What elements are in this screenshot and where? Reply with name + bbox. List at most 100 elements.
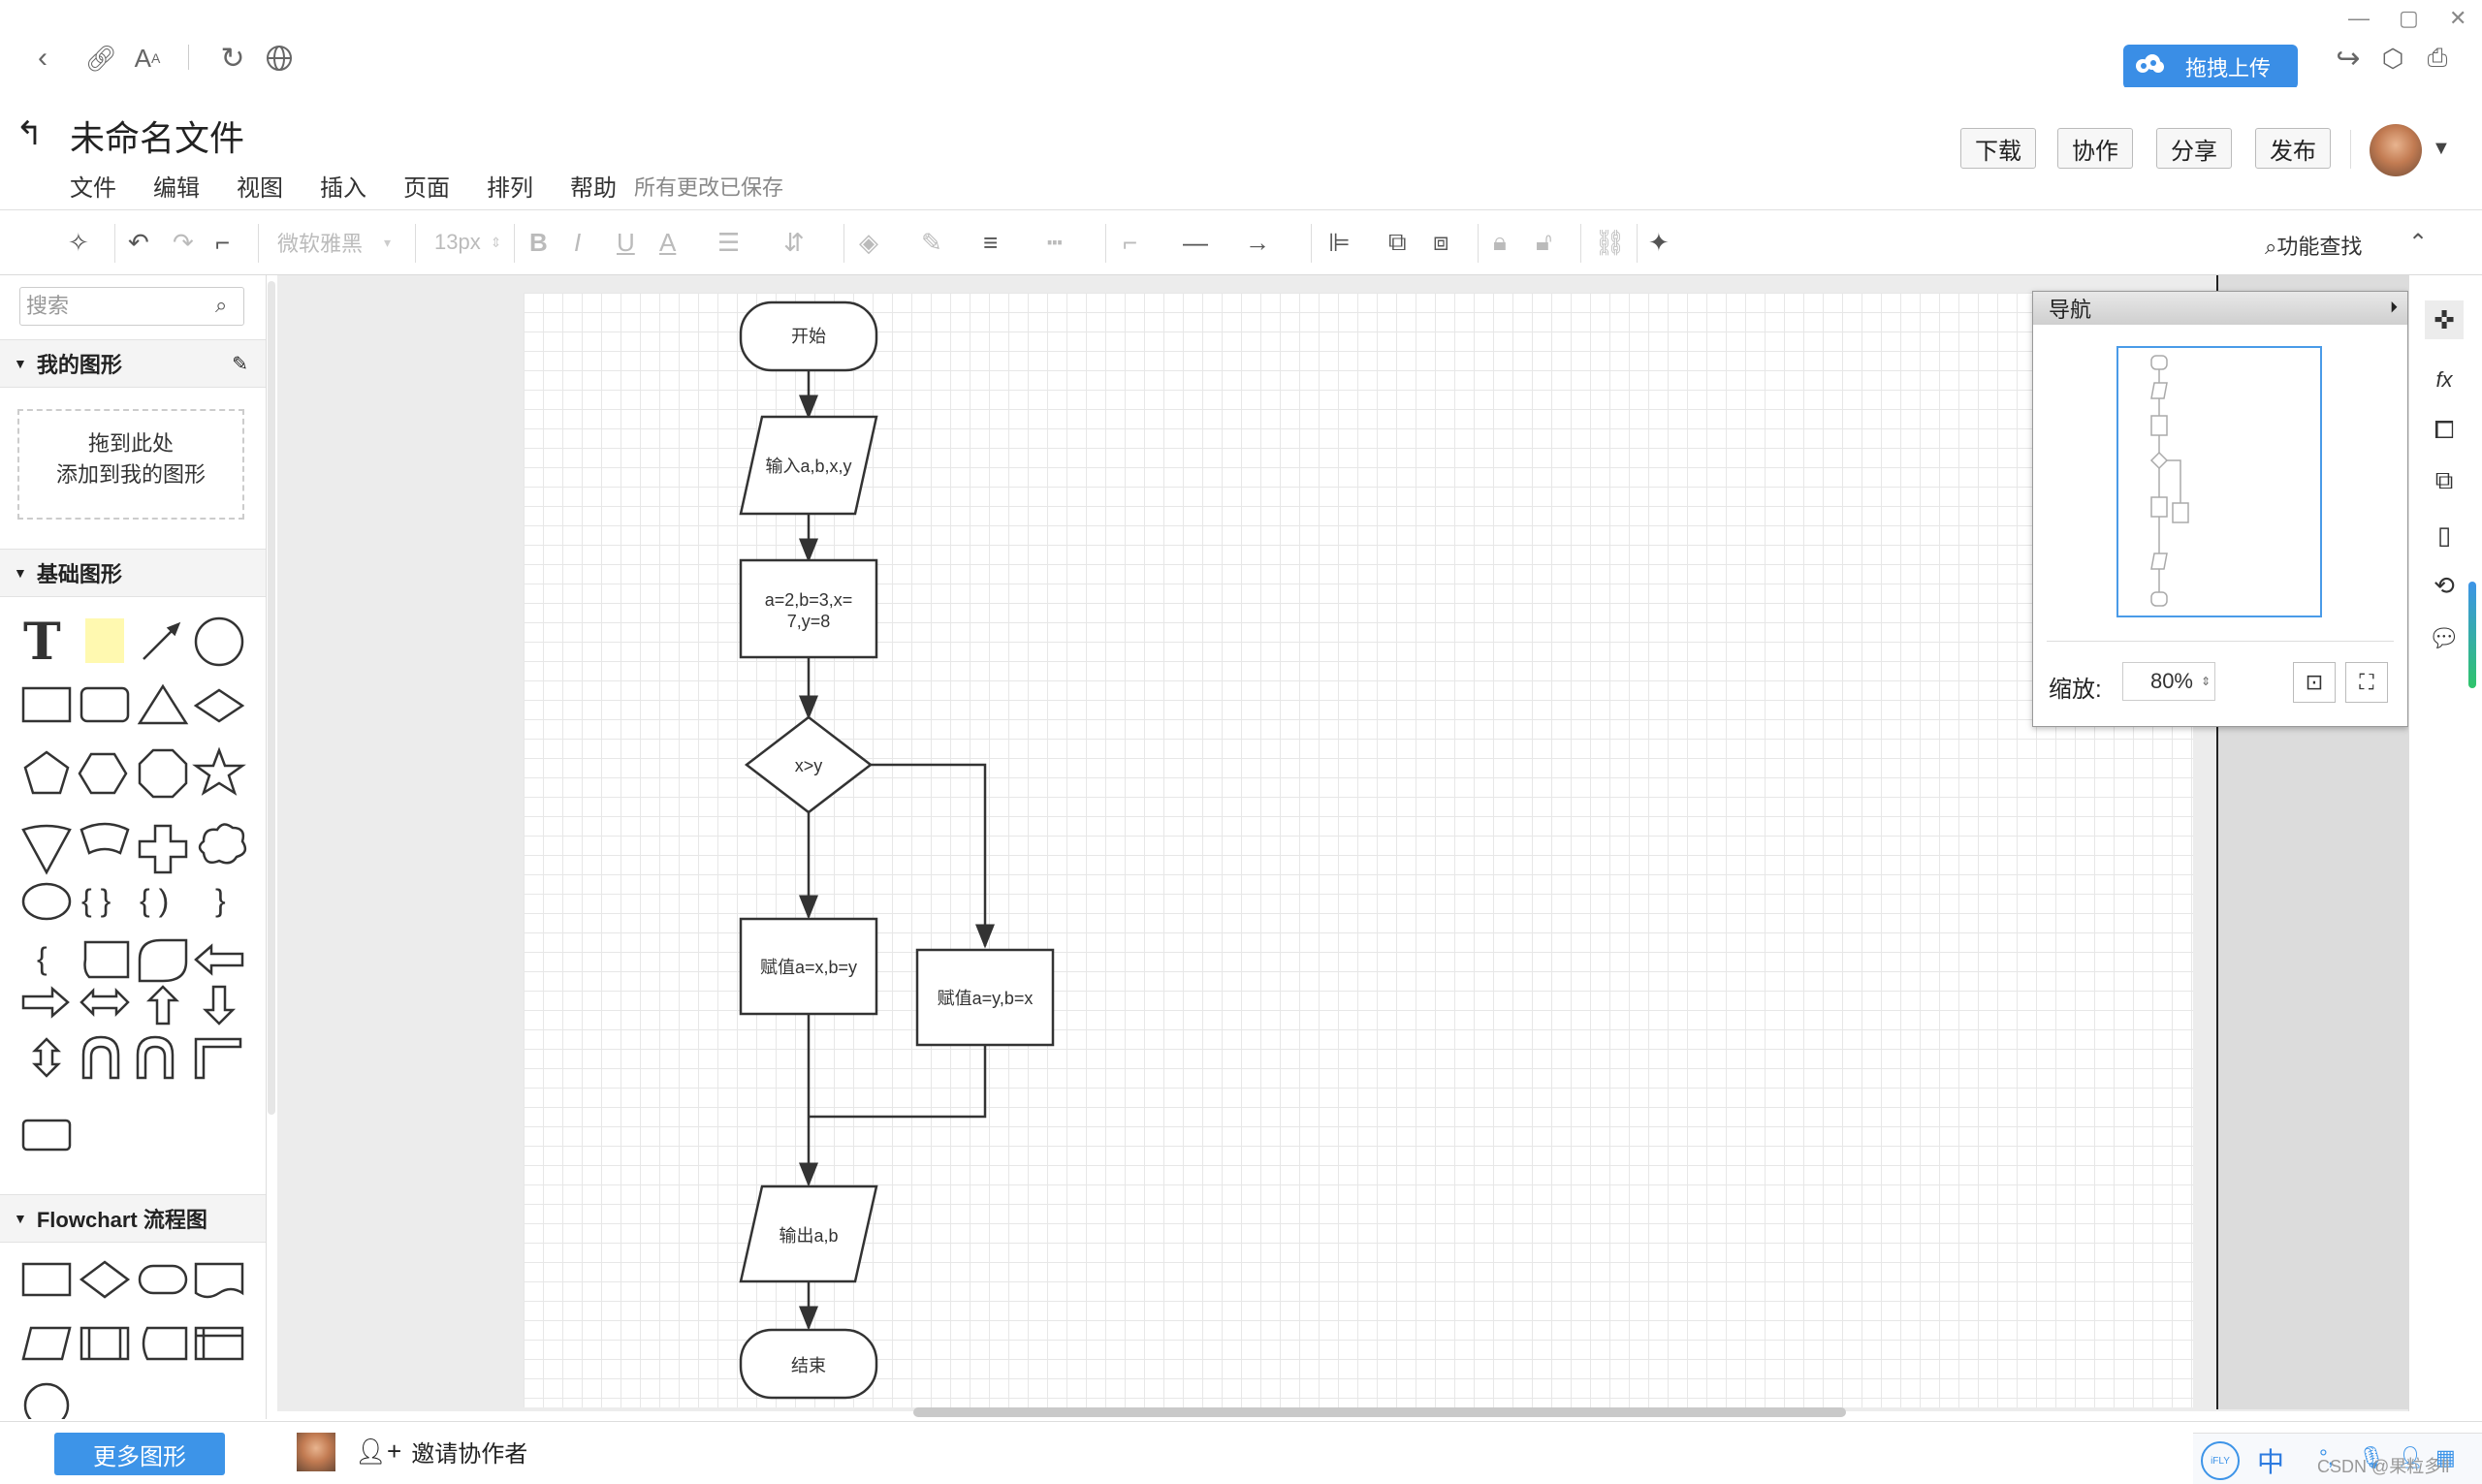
bring-front-icon[interactable]: ⧉ xyxy=(1388,224,1407,261)
u-turn-arrow-shape[interactable] xyxy=(136,1035,175,1080)
ifly-icon[interactable]: iFLY xyxy=(2201,1441,2240,1480)
leaf-shape[interactable] xyxy=(138,938,188,983)
stepper-icon[interactable]: ⇕ xyxy=(2201,675,2211,688)
align-left-icon[interactable]: ⊫ xyxy=(1328,224,1351,261)
star-shape[interactable] xyxy=(192,746,246,796)
ime-chinese-toggle[interactable]: 中 xyxy=(2257,1441,2284,1480)
publish-button[interactable]: 发布 xyxy=(2255,128,2331,169)
terminator-shape[interactable] xyxy=(138,1264,188,1295)
arrow-style-icon[interactable]: → xyxy=(1245,224,1270,261)
diamond-shape[interactable] xyxy=(193,688,245,723)
menu-edit[interactable]: 编辑 xyxy=(153,169,200,203)
my-shapes-header[interactable]: ▼ 我的图形 ✎ xyxy=(0,339,266,388)
data-shape[interactable] xyxy=(21,1326,72,1361)
connector-shape[interactable] xyxy=(23,1382,70,1419)
collaborate-button[interactable]: 协作 xyxy=(2057,128,2133,169)
basic-shapes-grid[interactable]: T { } { ) } { xyxy=(14,605,254,1109)
callout-shape[interactable] xyxy=(21,882,72,921)
pentagon-shape[interactable] xyxy=(23,750,70,795)
expand-icon[interactable]: ⏵ xyxy=(2390,300,2398,317)
box-icon[interactable]: ⬡ xyxy=(2373,39,2412,78)
down-arrow-shape[interactable] xyxy=(202,985,237,1026)
redo-icon[interactable]: ↷ xyxy=(173,224,194,261)
flowchart-header[interactable]: ▼ Flowchart 流程图 xyxy=(0,1194,266,1243)
left-arrow-shape[interactable] xyxy=(194,943,244,976)
hexagon-shape[interactable] xyxy=(78,752,128,795)
fit-page-icon[interactable]: ⊡ xyxy=(2293,662,2336,703)
document-lock-icon[interactable]: ⎙ xyxy=(2418,39,2457,78)
magic-wand-icon[interactable]: ✦ xyxy=(1648,224,1670,261)
search-input[interactable]: 搜索 xyxy=(19,287,244,326)
share-button[interactable]: 分享 xyxy=(2156,128,2232,169)
send-back-icon[interactable]: ⧈ xyxy=(1433,224,1449,261)
decision-shape[interactable] xyxy=(79,1260,131,1299)
font-color-icon[interactable]: A xyxy=(659,224,676,261)
lock-icon[interactable]: 🔒︎ xyxy=(1493,224,1507,261)
cross-shape[interactable] xyxy=(138,824,188,874)
navigator-viewport[interactable] xyxy=(2116,346,2322,617)
cone-shape[interactable] xyxy=(21,824,72,875)
sidebar-scrollbar[interactable] xyxy=(268,281,275,1115)
close-icon[interactable]: ✕ xyxy=(2449,6,2466,31)
fullscreen-icon[interactable]: ⛶ xyxy=(2345,662,2388,703)
collapse-icon[interactable]: ⌃ xyxy=(2408,224,2428,261)
menu-page[interactable]: 页面 xyxy=(403,169,450,203)
text-shape[interactable]: T xyxy=(23,613,61,672)
note-shape[interactable] xyxy=(85,618,124,663)
globe-icon[interactable] xyxy=(260,39,299,78)
line-type-icon[interactable]: — xyxy=(1183,224,1208,261)
vertical-double-arrow-shape[interactable] xyxy=(31,1037,62,1078)
rounded-rect-small-shape[interactable] xyxy=(14,1117,72,1155)
formula-icon[interactable]: fx xyxy=(2425,361,2464,399)
left-brace-shape[interactable]: { xyxy=(37,941,48,976)
connector-icon[interactable]: ⌐ xyxy=(1123,224,1137,261)
caret-down-icon[interactable]: ▼ xyxy=(2432,138,2451,160)
menu-view[interactable]: 视图 xyxy=(237,169,283,203)
unlock-icon[interactable]: 🔓︎ xyxy=(1536,224,1552,261)
font-size-select[interactable]: 13px ⇕ xyxy=(434,224,501,261)
brace-shape[interactable]: { } xyxy=(81,883,111,918)
circle-shape[interactable] xyxy=(194,616,244,667)
line-spacing-icon[interactable]: ⇵ xyxy=(783,224,805,261)
format-painter-icon[interactable]: ⌐ xyxy=(215,224,230,261)
comment-icon[interactable]: 💬︎ xyxy=(2425,618,2464,657)
bold-icon[interactable]: B xyxy=(529,224,548,261)
back-icon[interactable]: ‹ xyxy=(23,39,62,78)
font-size-icon[interactable]: AA xyxy=(128,39,167,78)
menu-help[interactable]: 帮助 xyxy=(570,169,617,203)
right-brace-shape[interactable]: } xyxy=(215,883,226,918)
document-title[interactable]: 未命名文件 xyxy=(70,111,244,161)
refresh-icon[interactable]: ↻ xyxy=(213,39,252,78)
history-icon[interactable]: ⟲ xyxy=(2425,566,2464,605)
rect-shape[interactable] xyxy=(21,686,72,723)
tape-shape[interactable] xyxy=(80,822,130,855)
line-color-icon[interactable]: ✎ xyxy=(921,224,942,261)
stored-data-shape[interactable] xyxy=(142,1326,188,1361)
minimize-icon[interactable]: — xyxy=(2348,6,2370,31)
link-icon[interactable]: ⛓ xyxy=(1594,224,1626,261)
horizontal-scrollbar[interactable] xyxy=(913,1407,1846,1417)
up-arrow-shape[interactable] xyxy=(145,985,180,1026)
undo-icon[interactable]: ↶ xyxy=(128,224,149,261)
restore-icon[interactable]: ▢ xyxy=(2399,6,2419,31)
line-style-icon[interactable]: ┅ xyxy=(1047,224,1063,261)
invite-collaborator-button[interactable]: 👤︎+ 邀请协作者 xyxy=(355,1435,527,1468)
page-setup-icon[interactable]: ⧠ xyxy=(2425,411,2464,450)
rounded-rect-shape[interactable] xyxy=(80,686,130,723)
pin-icon[interactable]: ✧ xyxy=(68,224,89,261)
rail-scrollbar[interactable] xyxy=(2468,582,2476,688)
navigator-icon[interactable]: ✜ xyxy=(2425,300,2464,339)
pages-icon[interactable]: ⧉ xyxy=(2425,461,2464,500)
octagon-shape[interactable] xyxy=(138,748,188,799)
align-icon[interactable]: ☰ xyxy=(717,224,740,261)
my-shapes-drop-area[interactable]: 拖到此处 添加到我的图形 xyxy=(17,409,244,520)
font-family-select[interactable]: 微软雅黑 ▾ xyxy=(277,224,391,261)
double-arrow-shape[interactable] xyxy=(80,987,130,1018)
basic-shapes-header[interactable]: ▼ 基础图形 xyxy=(0,549,266,597)
edit-icon[interactable]: ✎ xyxy=(232,352,248,376)
more-shapes-button[interactable]: 更多图形 xyxy=(54,1433,225,1475)
menu-insert[interactable]: 插入 xyxy=(320,169,366,203)
corner-shape[interactable] xyxy=(194,1037,242,1080)
zoom-input[interactable]: 80% ⇕ xyxy=(2122,662,2215,701)
document-icon[interactable]: ▯ xyxy=(2425,516,2464,554)
